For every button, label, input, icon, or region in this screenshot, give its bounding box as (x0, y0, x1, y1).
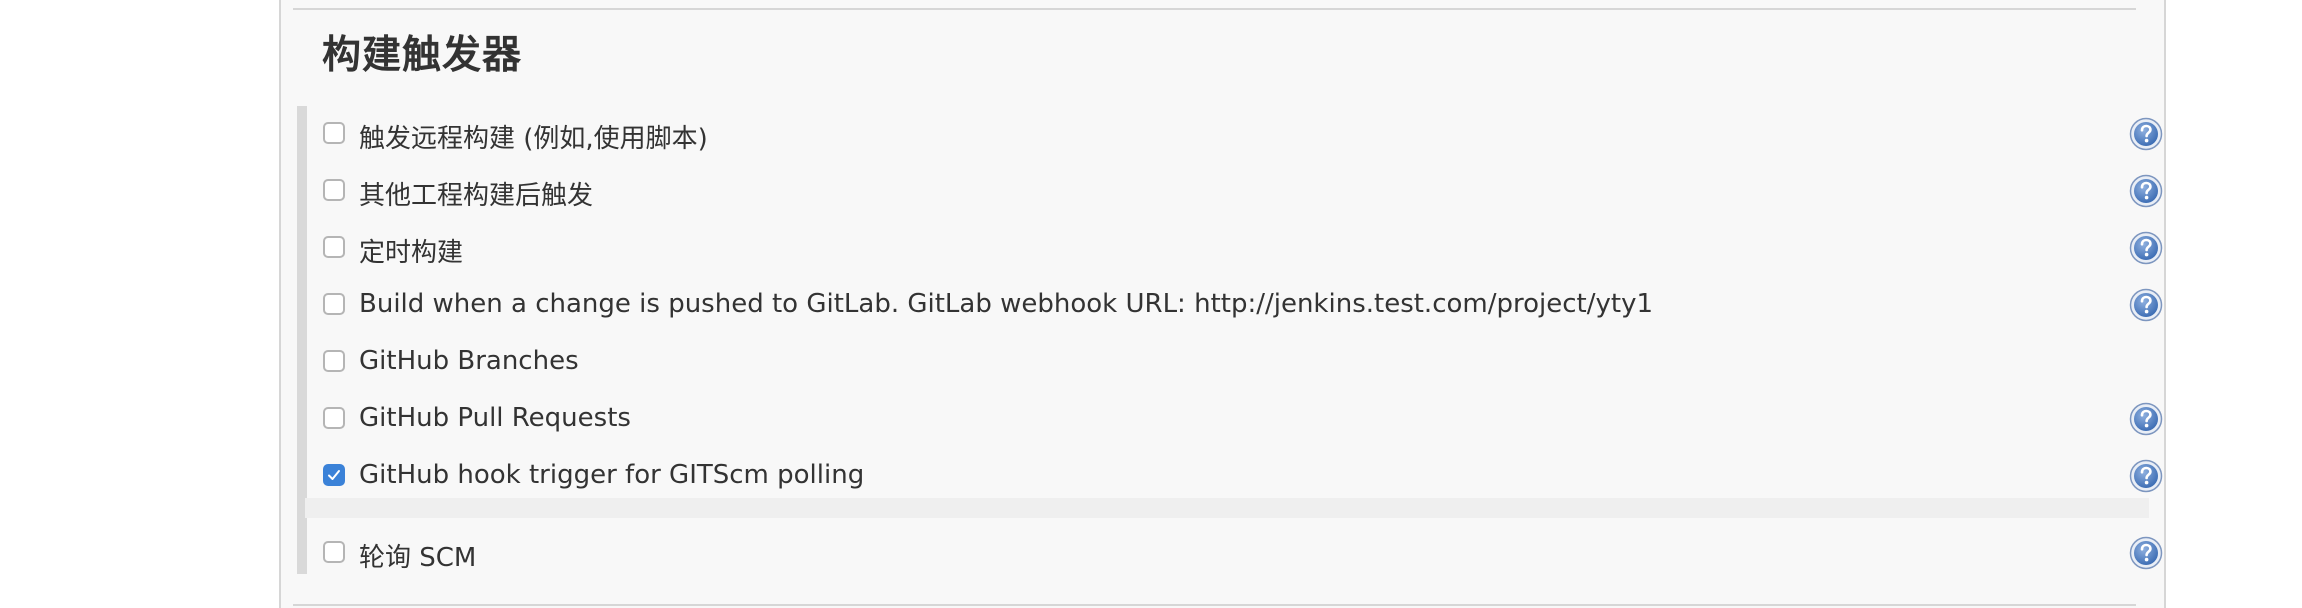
trigger-label[interactable]: GitHub Pull Requests (359, 403, 631, 433)
help-icon[interactable] (2129, 231, 2163, 265)
trigger-checkbox[interactable] (323, 179, 345, 201)
trigger-row: 触发远程构建 (例如,使用脚本) (321, 109, 2163, 165)
trigger-label[interactable]: 轮询 SCM (359, 537, 476, 574)
top-divider (293, 8, 2136, 10)
trigger-checkbox[interactable] (323, 293, 345, 315)
help-icon[interactable] (2129, 459, 2163, 493)
trigger-row: Build when a change is pushed to GitLab.… (321, 280, 2163, 336)
build-triggers-panel: 构建触发器 触发远程构建 (例如,使用脚本) 其他工程构建后触发 定时构建 Build… (279, 0, 2166, 608)
check-icon (328, 470, 340, 480)
trigger-row: GitHub Branches (321, 337, 2141, 393)
bottom-divider (293, 604, 2136, 606)
trigger-label[interactable]: GitHub hook trigger for GITScm polling (359, 460, 864, 490)
page: 构建触发器 触发远程构建 (例如,使用脚本) 其他工程构建后触发 定时构建 Build… (0, 0, 2302, 608)
trigger-checkbox[interactable] (323, 464, 345, 486)
trigger-row: GitHub Pull Requests (321, 394, 2163, 450)
trigger-label[interactable]: GitHub Branches (359, 346, 579, 376)
help-icon[interactable] (2129, 536, 2163, 570)
trigger-row: GitHub hook trigger for GITScm polling (321, 451, 2163, 507)
help-icon[interactable] (2129, 117, 2163, 151)
section-title: 构建触发器 (322, 33, 523, 78)
trigger-row: 定时构建 (321, 223, 2163, 279)
help-icon[interactable] (2129, 288, 2163, 322)
trigger-label[interactable]: Build when a change is pushed to GitLab.… (359, 289, 1653, 319)
trigger-label[interactable]: 其他工程构建后触发 (359, 175, 593, 212)
trigger-label[interactable]: 定时构建 (359, 232, 463, 269)
trigger-checkbox[interactable] (323, 541, 345, 563)
trigger-row: 其他工程构建后触发 (321, 166, 2163, 222)
help-icon[interactable] (2129, 402, 2163, 436)
trigger-label[interactable]: 触发远程构建 (例如,使用脚本) (359, 118, 708, 155)
trigger-checkbox[interactable] (323, 350, 345, 372)
trigger-checkbox[interactable] (323, 407, 345, 429)
trigger-checkbox[interactable] (323, 236, 345, 258)
help-icon[interactable] (2129, 174, 2163, 208)
trigger-row: 轮询 SCM (321, 528, 2163, 584)
trigger-checkbox[interactable] (323, 122, 345, 144)
